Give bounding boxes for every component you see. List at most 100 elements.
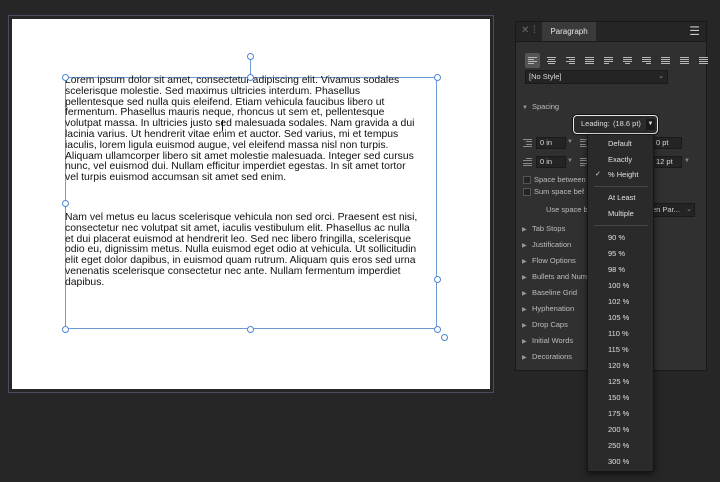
left-indent-field[interactable]: 0 in (536, 137, 566, 149)
section-justification[interactable]: ▶ Justification (522, 240, 571, 249)
handle-top-right[interactable] (434, 74, 441, 81)
paragraph-style-select[interactable]: [No Style] ⌄ (525, 70, 668, 84)
first-line-indent-field[interactable]: 0 in (536, 156, 566, 168)
use-space-value: en Par... (652, 205, 680, 214)
collapse-arrow-icon: ▶ (522, 355, 527, 361)
section-label: Baseline Grid (532, 288, 578, 297)
menu-item-multiple[interactable]: Multiple (588, 207, 653, 221)
handle-top-center[interactable] (247, 74, 254, 81)
use-space-label: Use space b (546, 205, 588, 214)
menu-item-label: % Height (608, 170, 639, 179)
align-left-icon[interactable] (525, 53, 540, 68)
menu-item-at-least[interactable]: At Least (588, 191, 653, 205)
align-towards-spine-icon[interactable] (582, 53, 597, 68)
section-baseline-grid[interactable]: ▶ Baseline Grid (522, 288, 577, 297)
menu-item-percent[interactable]: 95 % (588, 247, 653, 261)
section-spacing-label: Spacing (532, 102, 560, 111)
section-drop-caps[interactable]: ▶ Drop Caps (522, 320, 568, 329)
menu-item-percent[interactable]: 102 % (588, 295, 653, 309)
use-space-select[interactable]: en Par... ⌄ (649, 203, 695, 217)
menu-item-percent[interactable]: 98 % (588, 263, 653, 277)
section-label: Bullets and Num (532, 272, 588, 281)
section-label: Justification (532, 240, 572, 249)
handle-middle-right[interactable] (434, 276, 441, 283)
menu-item-percent[interactable]: 250 % (588, 439, 653, 453)
handle-bottom-center[interactable] (247, 326, 254, 333)
justify-right-icon[interactable] (639, 53, 654, 68)
menu-separator (594, 225, 648, 226)
space-after-arrow-icon[interactable]: ▼ (684, 158, 690, 164)
space-between-checkbox[interactable] (523, 176, 531, 184)
section-hyphenation[interactable]: ▶ Hyphenation (522, 304, 574, 313)
collapse-arrow-icon: ▶ (522, 243, 527, 249)
collapse-arrow-icon: ▶ (522, 259, 527, 265)
section-label: Tab Stops (532, 224, 566, 233)
menu-item-percent[interactable]: 150 % (588, 391, 653, 405)
menu-item-percent[interactable]: 200 % (588, 423, 653, 437)
paragraph-2[interactable]: Nam vel metus eu lacus scelerisque vehic… (65, 212, 439, 289)
menu-item-exactly[interactable]: Exactly (588, 153, 653, 167)
collapse-arrow-icon: ▶ (522, 307, 527, 313)
left-indent-arrow-icon[interactable]: ▼ (567, 139, 573, 145)
space-between-label: Space between (534, 175, 586, 184)
left-indent-icon (523, 139, 532, 147)
panel-menu-icon[interactable]: ☰ (689, 24, 700, 38)
align-right-icon[interactable] (563, 53, 578, 68)
justify-left-icon[interactable] (601, 53, 616, 68)
align-spine-icon[interactable] (696, 53, 711, 68)
sum-space-label: Sum space bef (534, 187, 585, 196)
handle-bottom-right[interactable] (434, 326, 441, 333)
menu-item-percent[interactable]: 115 % (588, 343, 653, 357)
justify-center-icon[interactable] (620, 53, 635, 68)
tab-paragraph[interactable]: Paragraph (542, 22, 596, 41)
menu-item-percent[interactable]: 100 % (588, 279, 653, 293)
menu-item-percent[interactable]: 90 % (588, 231, 653, 245)
grip-icon[interactable]: ⁞ (533, 25, 536, 37)
align-away-spine-icon[interactable] (677, 53, 692, 68)
section-tab-stops[interactable]: ▶ Tab Stops (522, 224, 565, 233)
justify-all-icon[interactable] (658, 53, 673, 68)
collapse-arrow-icon: ▶ (522, 291, 527, 297)
handle-top-left[interactable] (62, 74, 69, 81)
collapse-arrow-icon: ▶ (522, 275, 527, 281)
leading-value: (18.6 pt) (613, 119, 641, 128)
panel-header: ✕ ⁞ Paragraph ☰ (516, 22, 706, 42)
style-select-value: [No Style] (529, 72, 562, 81)
paragraph-1[interactable]: Lorem ipsum dolor sit amet, consectetur … (65, 75, 439, 184)
section-bullets-numbering[interactable]: ▶ Bullets and Num (522, 272, 587, 281)
menu-item-percent[interactable]: 105 % (588, 311, 653, 325)
section-flow-options[interactable]: ▶ Flow Options (522, 256, 576, 265)
section-spacing[interactable]: ▼ Spacing (522, 101, 559, 113)
space-before-field[interactable]: 0 pt (652, 137, 682, 149)
section-label: Drop Caps (532, 320, 568, 329)
section-decorations[interactable]: ▶ Decorations (522, 352, 572, 361)
rotate-handle[interactable] (247, 53, 254, 60)
space-after-field[interactable]: 12 pt (652, 156, 682, 168)
handle-bottom-left[interactable] (62, 326, 69, 333)
leading-dropdown-arrow-icon[interactable]: ▼ (646, 119, 655, 130)
menu-item-percent[interactable]: 120 % (588, 359, 653, 373)
section-label: Flow Options (532, 256, 576, 265)
collapse-arrow-icon: ▶ (522, 323, 527, 329)
menu-item-percent[interactable]: 110 % (588, 327, 653, 341)
menu-item-default[interactable]: Default (588, 137, 653, 151)
close-icon[interactable]: ✕ (521, 25, 529, 37)
expand-arrow-icon: ▼ (522, 105, 528, 111)
text-caret (222, 120, 223, 131)
section-label: Hyphenation (532, 304, 575, 313)
section-initial-words[interactable]: ▶ Initial Words (522, 336, 573, 345)
collapse-arrow-icon: ▶ (522, 227, 527, 233)
section-label: Decorations (532, 352, 573, 361)
menu-item-percent[interactable]: 300 % (588, 455, 653, 469)
menu-separator (594, 186, 648, 187)
handle-middle-left[interactable] (62, 200, 69, 207)
align-center-icon[interactable] (544, 53, 559, 68)
menu-item-percent[interactable]: 175 % (588, 407, 653, 421)
menu-item-percent-height[interactable]: ✓ % Height (588, 168, 653, 182)
overflow-handle[interactable] (441, 334, 448, 341)
sum-space-checkbox[interactable] (523, 188, 531, 196)
leading-control[interactable]: Leading: (18.6 pt) ▼ (573, 115, 658, 134)
section-label: Initial Words (532, 336, 574, 345)
first-indent-arrow-icon[interactable]: ▼ (567, 158, 573, 164)
menu-item-percent[interactable]: 125 % (588, 375, 653, 389)
